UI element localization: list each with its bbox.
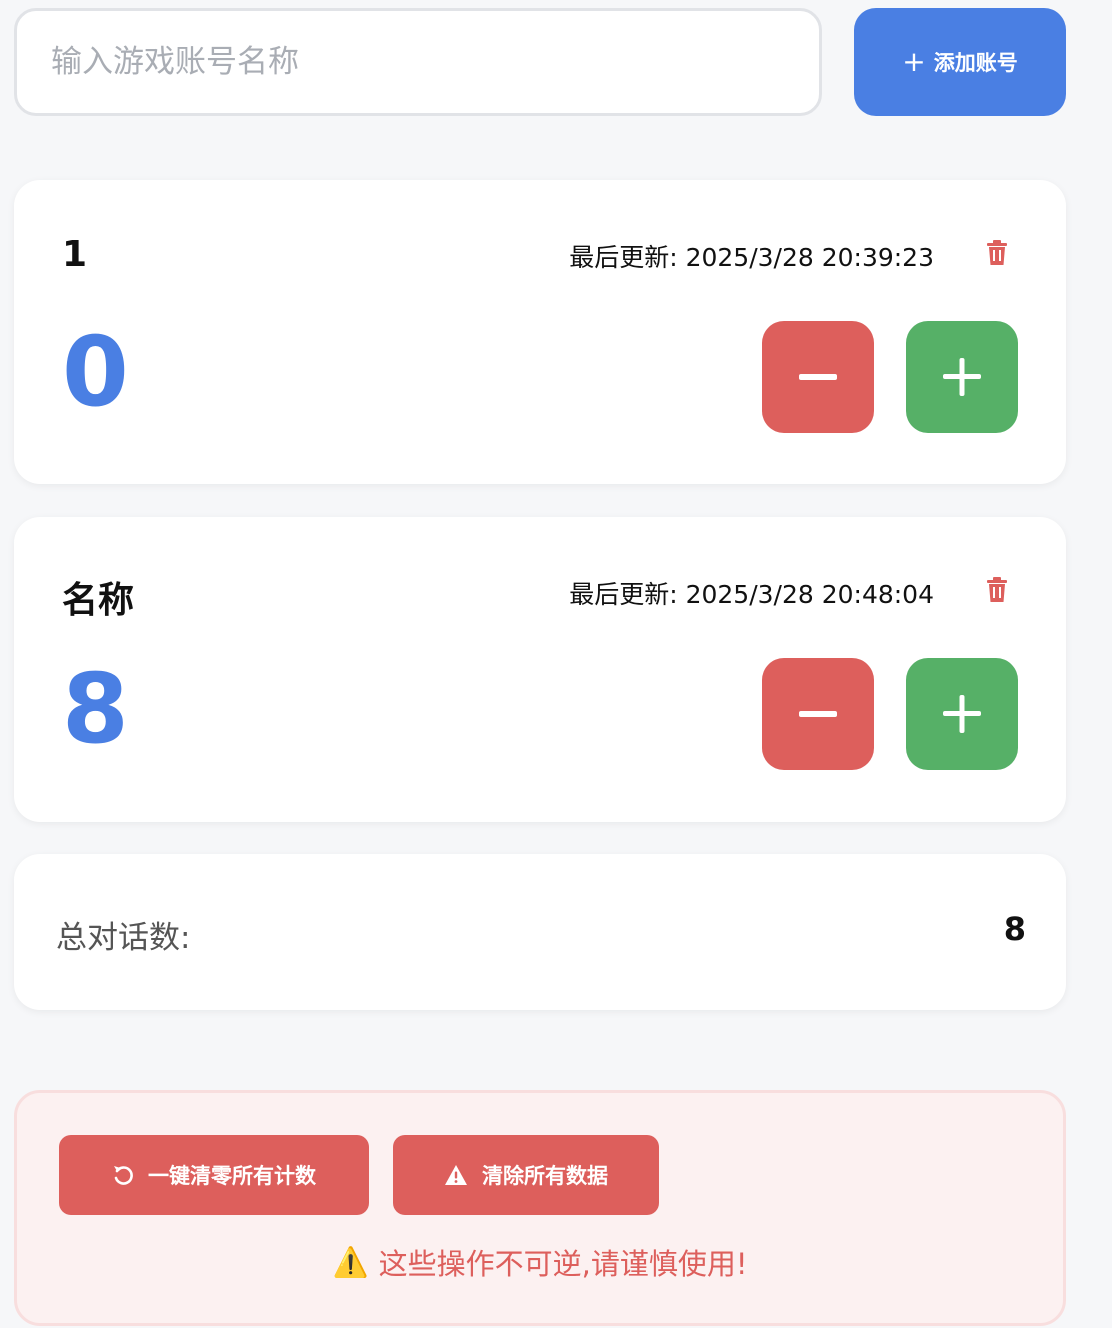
minus-icon: [799, 374, 837, 380]
reset-all-counts-label: 一键清零所有计数: [148, 1164, 316, 1188]
count-value: 0: [62, 316, 129, 428]
trash-icon[interactable]: [986, 577, 1008, 603]
last-updated-time: 2025/3/28 20:48:04: [685, 580, 934, 609]
last-updated: 最后更新: 2025/3/28 20:48:04: [569, 575, 934, 611]
undo-icon: [114, 1166, 133, 1185]
total-label: 总对话数:: [56, 920, 191, 956]
clear-all-data-button[interactable]: 清除所有数据: [393, 1135, 659, 1215]
increment-button[interactable]: [906, 658, 1018, 770]
warning-icon: [445, 1165, 467, 1185]
decrement-button[interactable]: [762, 321, 874, 433]
account-name-input[interactable]: [14, 8, 822, 116]
last-updated: 最后更新: 2025/3/28 20:39:23: [569, 238, 934, 274]
clear-all-data-label: 清除所有数据: [482, 1164, 608, 1188]
account-card: 1 最后更新: 2025/3/28 20:39:23 0: [14, 180, 1066, 484]
plus-icon: +: [902, 45, 926, 78]
trash-icon[interactable]: [986, 240, 1008, 266]
add-account-bar: + 添加账号: [0, 0, 1112, 130]
warning-message: 这些操作不可逆,请谨慎使用!: [378, 1247, 748, 1281]
total-card: 总对话数: 8: [14, 854, 1066, 1010]
account-card: 名称 最后更新: 2025/3/28 20:48:04 8: [14, 517, 1066, 822]
count-value: 8: [62, 653, 129, 765]
total-value: 8: [1003, 910, 1026, 948]
danger-zone: 一键清零所有计数 清除所有数据 ⚠️ 这些操作不可逆,请谨慎使用!: [14, 1090, 1066, 1326]
irreversible-warning: ⚠️ 这些操作不可逆,请谨慎使用!: [17, 1241, 1063, 1283]
last-updated-label: 最后更新:: [569, 243, 678, 272]
add-account-button[interactable]: + 添加账号: [854, 8, 1066, 116]
reset-all-counts-button[interactable]: 一键清零所有计数: [59, 1135, 369, 1215]
plus-icon: [943, 358, 981, 396]
account-name: 名称: [62, 580, 135, 621]
plus-icon: [943, 695, 981, 733]
last-updated-label: 最后更新:: [569, 580, 678, 609]
add-account-label: 添加账号: [933, 51, 1018, 75]
warning-emoji-icon: ⚠️: [332, 1244, 369, 1279]
decrement-button[interactable]: [762, 658, 874, 770]
minus-icon: [799, 711, 837, 717]
increment-button[interactable]: [906, 321, 1018, 433]
account-name: 1: [62, 234, 88, 275]
last-updated-time: 2025/3/28 20:39:23: [685, 243, 934, 272]
